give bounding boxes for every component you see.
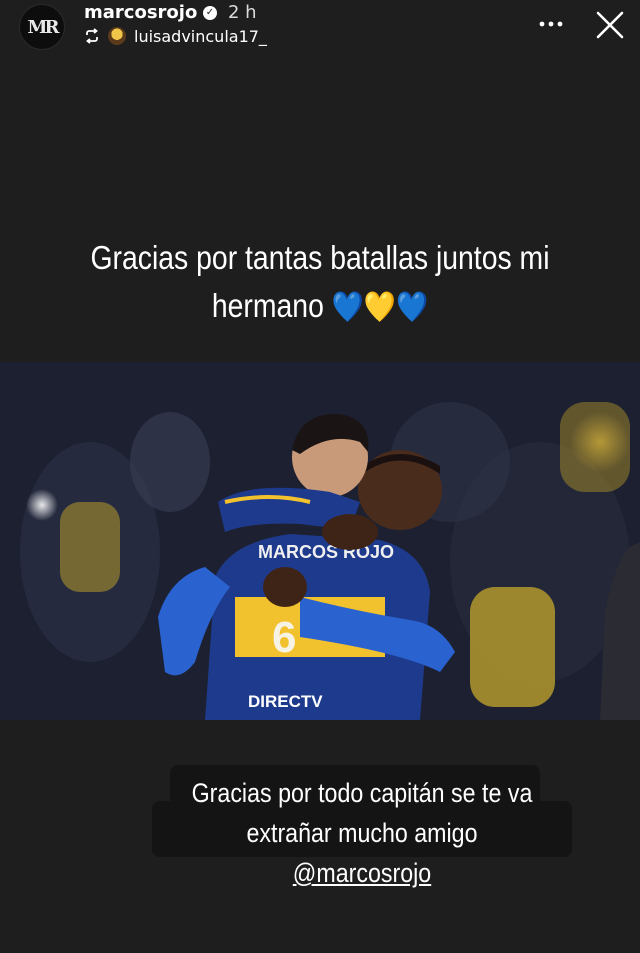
story-header: MR marcosrojo ✓ 2 h luisadvincula17_ [0,0,640,56]
close-icon[interactable] [594,9,626,41]
sticker-line-2-text: extrañar mucho amigo [246,818,478,848]
mention-link[interactable]: @marcosrojo [293,858,431,888]
shared-photo[interactable]: 6 MARCOS ROJO DIRECTV [0,362,640,720]
sticker-line-2: extrañar mucho amigo @marcosrojo [181,813,542,893]
profile-avatar[interactable]: MR [19,4,65,50]
jersey-name: MARCOS ROJO [258,542,394,562]
post-time: 2 h [228,2,257,23]
reply-sticker: Gracias por todo capitán se te va extrañ… [152,765,572,888]
verified-badge-icon: ✓ [203,6,217,20]
hearts-emoji: 💙💛💙 [331,291,429,324]
username[interactable]: marcosrojo [84,2,197,23]
photo-illustration: 6 MARCOS ROJO DIRECTV [0,362,640,720]
story-caption: Gracias por tantas batallas juntos mi he… [62,234,578,332]
jersey-number: 6 [272,613,296,662]
jersey-sponsor: DIRECTV [248,692,323,711]
more-options-icon[interactable] [538,14,564,34]
caption-line-2: hermano 💙💛💙 [62,282,578,332]
repost-icon [86,28,98,44]
repost-user-avatar[interactable] [108,27,126,45]
repost-username[interactable]: luisadvincula17_ [134,27,267,46]
story-viewer: MR marcosrojo ✓ 2 h luisadvincula17_ Gra… [0,0,640,953]
sticker-line-1: Gracias por todo capitán se te va [191,778,533,808]
sticker-text: Gracias por todo capitán se te va extrañ… [181,773,542,893]
caption-word: hermano [211,287,324,324]
caption-line-1: Gracias por tantas batallas juntos mi [90,239,550,276]
